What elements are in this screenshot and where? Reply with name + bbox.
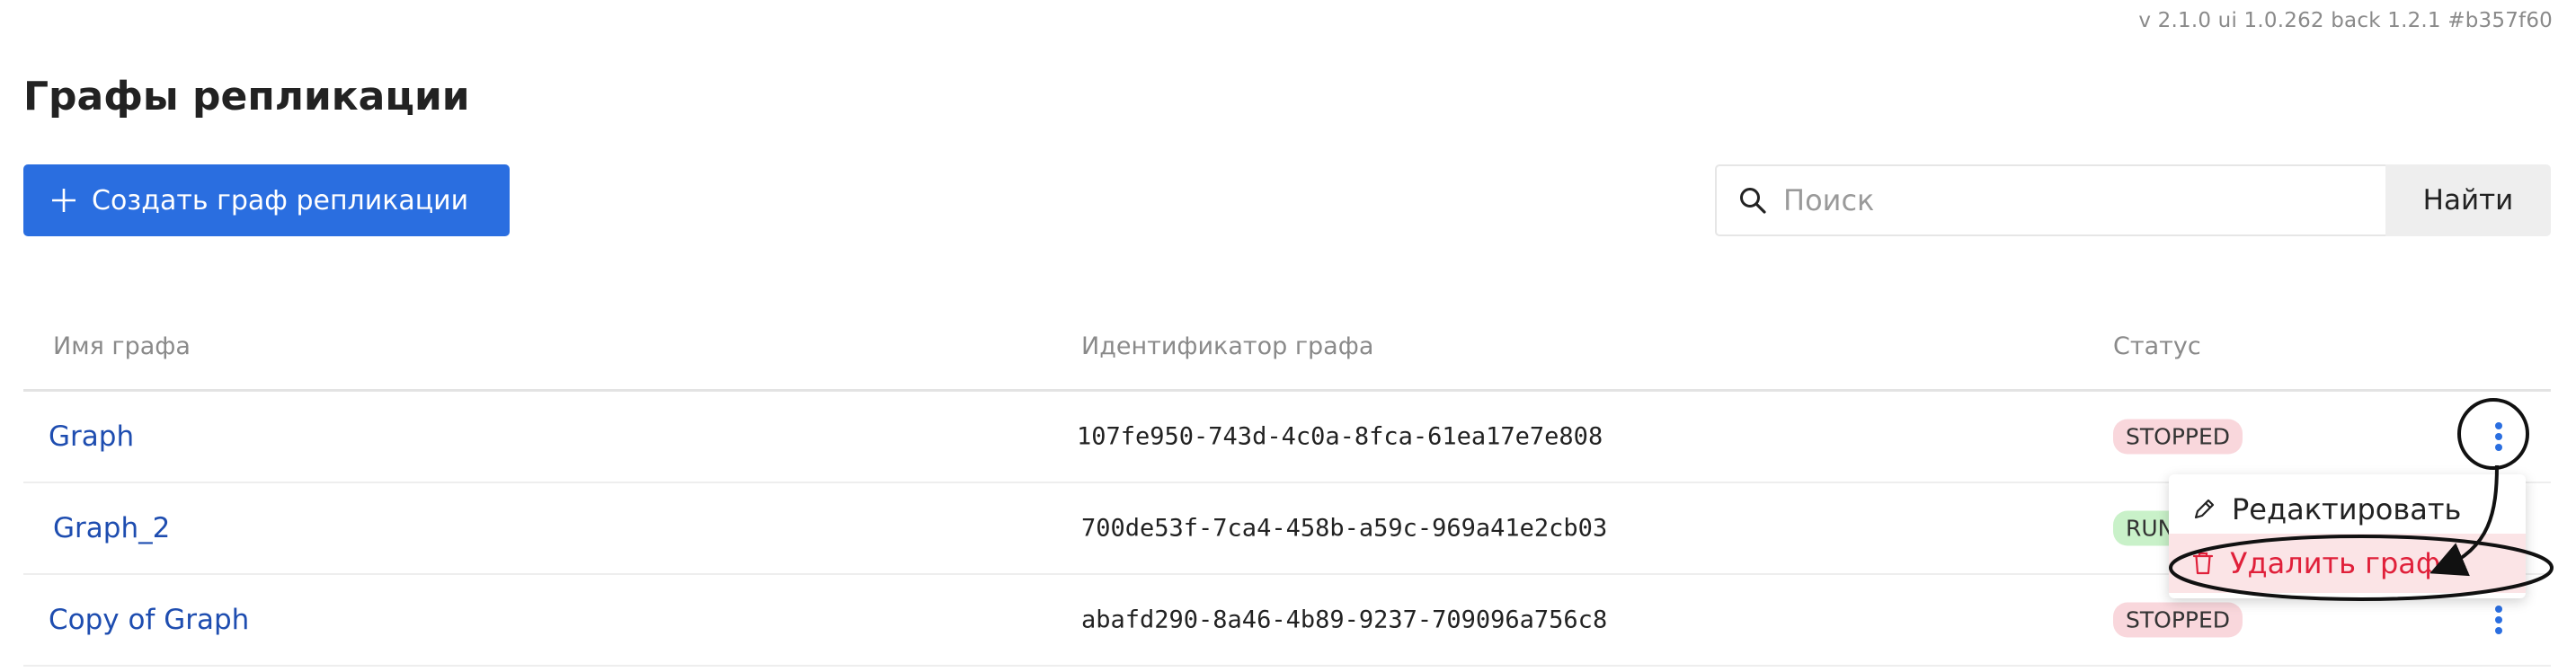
search-bar: Найти	[1715, 164, 2551, 236]
row-actions-button[interactable]	[2481, 602, 2517, 638]
menu-item-edit-label: Редактировать	[2232, 492, 2462, 526]
row-actions-button[interactable]	[2481, 419, 2517, 455]
menu-item-delete-label: Удалить граф	[2230, 546, 2441, 580]
graph-id: abafd290-8a46-4b89-9237-709096a756c8	[1081, 606, 1608, 634]
menu-item-delete[interactable]: Удалить граф	[2169, 534, 2526, 593]
graph-id: 107fe950-743d-4c0a-8fca-61ea17e7e808	[1077, 422, 1603, 451]
search-icon	[1740, 188, 1766, 214]
create-graph-button[interactable]: Создать граф репликации	[23, 164, 510, 236]
kebab-icon	[2495, 422, 2502, 451]
row-actions-menu: Редактировать Удалить граф	[2169, 474, 2526, 598]
menu-item-edit[interactable]: Редактировать	[2169, 480, 2526, 539]
status-badge: STOPPED	[2113, 419, 2243, 455]
replication-graphs-page: v 2.1.0 ui 1.0.262 back 1.2.1 #b357f60 Г…	[0, 0, 2576, 672]
find-button[interactable]: Найти	[2385, 164, 2551, 236]
graph-id: 700de53f-7ca4-458b-a59c-969a41e2cb03	[1081, 514, 1608, 543]
column-header-status: Статус	[2113, 332, 2201, 360]
column-header-id: Идентификатор графа	[1081, 332, 1374, 360]
trash-icon	[2192, 552, 2214, 575]
graph-name-link[interactable]: Graph_2	[53, 512, 170, 544]
pencil-icon	[2194, 499, 2215, 519]
plus-icon	[52, 189, 76, 212]
kebab-icon	[2495, 606, 2502, 634]
graph-name-link[interactable]: Copy of Graph	[49, 604, 249, 636]
table-header: Имя графа Идентификатор графа Статус	[23, 310, 2551, 392]
create-graph-label: Создать граф репликации	[92, 184, 469, 217]
page-title: Графы репликации	[23, 74, 470, 119]
search-field[interactable]	[1715, 164, 2385, 236]
status-badge: STOPPED	[2113, 602, 2243, 638]
version-info: v 2.1.0 ui 1.0.262 back 1.2.1 #b357f60	[2138, 9, 2553, 32]
table-row: Graph 107fe950-743d-4c0a-8fca-61ea17e7e8…	[23, 392, 2551, 483]
column-header-name: Имя графа	[53, 332, 191, 360]
graph-name-link[interactable]: Graph	[49, 420, 134, 453]
search-input[interactable]	[1781, 182, 2342, 218]
